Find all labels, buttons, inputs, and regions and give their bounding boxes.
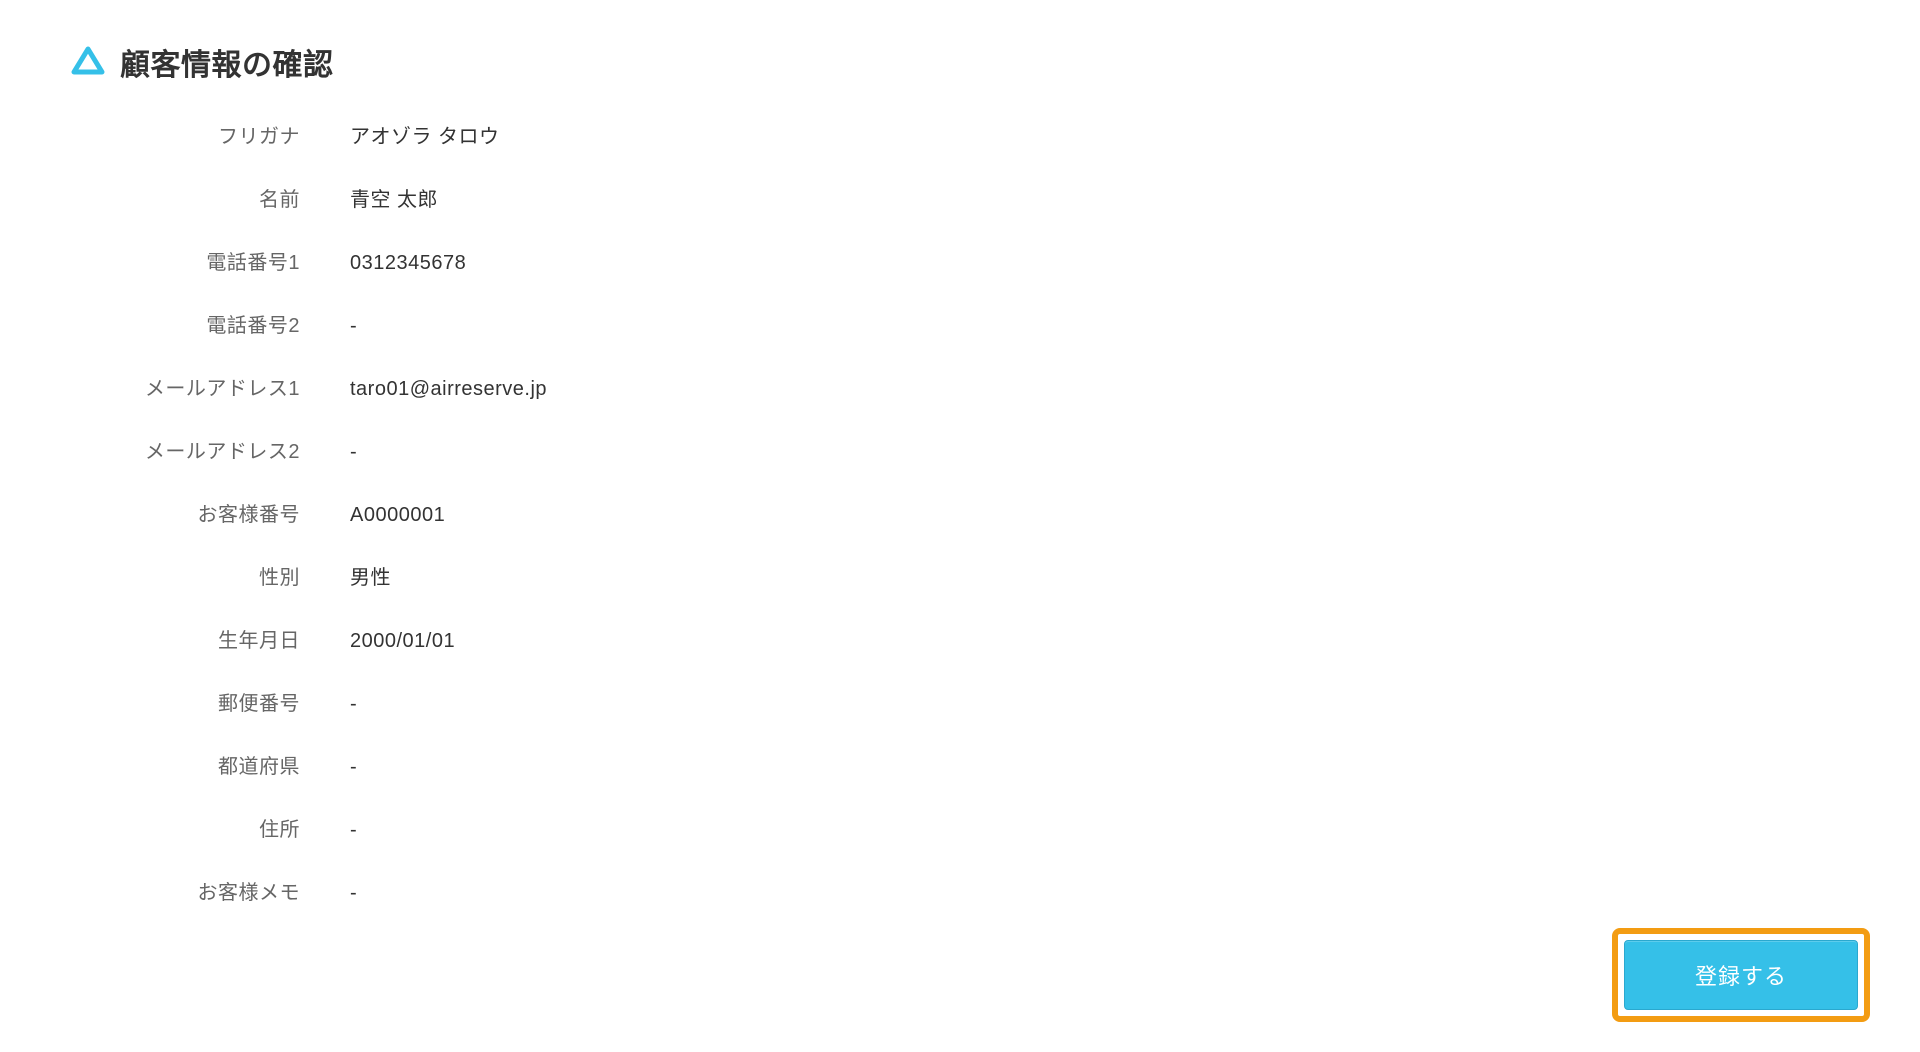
footer-actions: 登録する xyxy=(1612,928,1870,1022)
value-prefecture: - xyxy=(350,756,357,779)
value-email2: - xyxy=(350,441,357,464)
register-highlight: 登録する xyxy=(1612,928,1870,1022)
label-gender: 性別 xyxy=(70,561,350,590)
label-postal-code: 郵便番号 xyxy=(70,687,350,716)
page-title: 顧客情報の確認 xyxy=(120,40,334,84)
value-phone2: - xyxy=(350,315,357,338)
customer-info-table: フリガナ アオゾラ タロウ 名前 青空 太郎 電話番号1 0312345678 … xyxy=(70,120,1920,905)
value-gender: 男性 xyxy=(350,561,391,590)
value-address: - xyxy=(350,819,357,842)
value-birthdate: 2000/01/01 xyxy=(350,630,455,653)
label-email1: メールアドレス1 xyxy=(70,372,350,401)
row-customer-number: お客様番号 A0000001 xyxy=(70,498,1920,527)
value-customer-number: A0000001 xyxy=(350,504,445,527)
label-furigana: フリガナ xyxy=(70,120,350,149)
value-email1: taro01@airreserve.jp xyxy=(350,378,547,401)
value-furigana: アオゾラ タロウ xyxy=(350,120,500,149)
register-button[interactable]: 登録する xyxy=(1624,940,1858,1010)
value-customer-memo: - xyxy=(350,882,357,905)
label-name: 名前 xyxy=(70,183,350,212)
row-postal-code: 郵便番号 - xyxy=(70,687,1920,716)
label-customer-number: お客様番号 xyxy=(70,498,350,527)
row-customer-memo: お客様メモ - xyxy=(70,876,1920,905)
value-phone1: 0312345678 xyxy=(350,252,466,275)
row-phone1: 電話番号1 0312345678 xyxy=(70,246,1920,275)
value-name: 青空 太郎 xyxy=(350,183,438,212)
row-prefecture: 都道府県 - xyxy=(70,750,1920,779)
row-furigana: フリガナ アオゾラ タロウ xyxy=(70,120,1920,149)
row-birthdate: 生年月日 2000/01/01 xyxy=(70,624,1920,653)
row-phone2: 電話番号2 - xyxy=(70,309,1920,338)
row-email1: メールアドレス1 taro01@airreserve.jp xyxy=(70,372,1920,401)
row-gender: 性別 男性 xyxy=(70,561,1920,590)
value-postal-code: - xyxy=(350,693,357,716)
label-address: 住所 xyxy=(70,813,350,842)
triangle-icon xyxy=(70,44,106,80)
label-phone2: 電話番号2 xyxy=(70,309,350,338)
row-name: 名前 青空 太郎 xyxy=(70,183,1920,212)
label-birthdate: 生年月日 xyxy=(70,624,350,653)
label-email2: メールアドレス2 xyxy=(70,435,350,464)
row-address: 住所 - xyxy=(70,813,1920,842)
label-phone1: 電話番号1 xyxy=(70,246,350,275)
label-prefecture: 都道府県 xyxy=(70,750,350,779)
page-header: 顧客情報の確認 xyxy=(0,0,1920,84)
label-customer-memo: お客様メモ xyxy=(70,876,350,905)
row-email2: メールアドレス2 - xyxy=(70,435,1920,464)
